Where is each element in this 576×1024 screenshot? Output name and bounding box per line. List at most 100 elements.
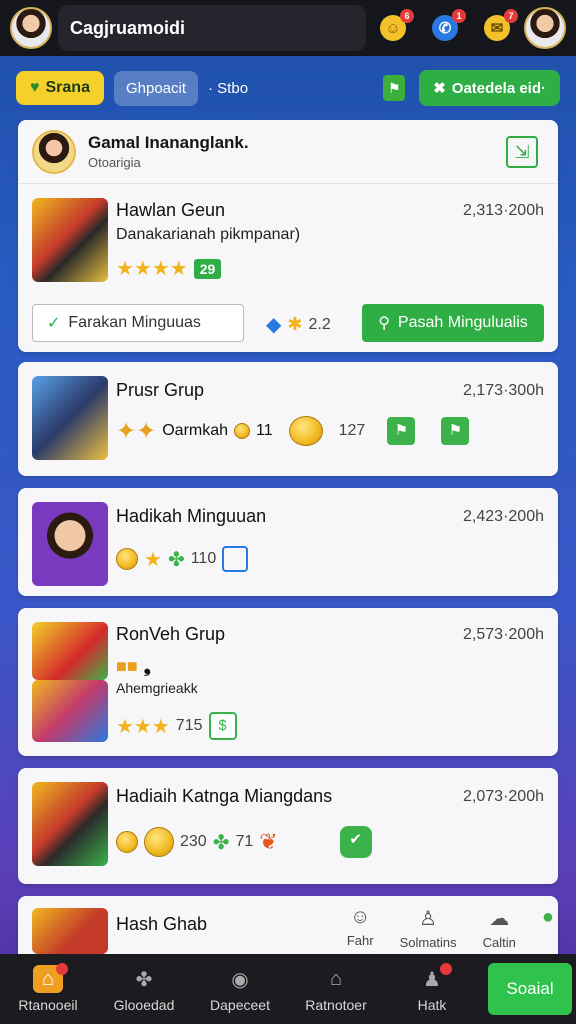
sub-nav-item[interactable]: ☺ Fahr xyxy=(347,906,374,950)
game-time: 2,423·200h xyxy=(463,508,544,525)
edit-icon[interactable]: ⇲ xyxy=(506,136,538,168)
top-bar: Cagjruamoidi ☺ 6 ✆ 1 ✉ 7 xyxy=(0,0,576,56)
badge-icon[interactable]: $ xyxy=(208,712,237,740)
coin-icon[interactable]: ☺ 6 xyxy=(380,9,414,41)
stats-row: 230 ✤ 71 ❦ ✔ xyxy=(116,826,372,858)
notification-dot xyxy=(440,963,452,975)
chat-icon: ◉ xyxy=(231,968,249,991)
stats-row: ★ ✤ 110 xyxy=(116,546,249,572)
game-time: 2,573·200h xyxy=(463,626,544,643)
tab-srana[interactable]: ♥ Srana xyxy=(16,71,104,105)
coin-icon xyxy=(144,827,174,857)
group-card[interactable]: Prusr Grup 2,173·300h ✦✦ Oarmkah 11 127 … xyxy=(18,362,558,476)
user-icon: ♙ xyxy=(419,908,438,930)
app-title: Cagjruamoidi xyxy=(70,17,186,38)
game-title[interactable]: Hash Ghab xyxy=(116,914,207,935)
app-title-pill[interactable]: Cagjruamoidi xyxy=(58,5,366,51)
coin-pile-icon xyxy=(288,416,323,446)
star-icon: ★★★★ xyxy=(116,258,188,280)
group-icon[interactable]: ⚑ xyxy=(441,417,470,445)
coin-icon xyxy=(234,423,251,439)
leaf-icon: ✦✦ xyxy=(116,417,157,445)
face-icon: ☺ xyxy=(350,906,371,928)
bulb-icon: ✱ xyxy=(287,314,303,334)
group-avatar[interactable] xyxy=(32,129,76,174)
nav-house[interactable]: ⌂ Ratnotoer xyxy=(288,965,384,1014)
game-title[interactable]: Prusr Grup xyxy=(116,380,204,401)
chat-icon[interactable]: ✆ 1 xyxy=(432,9,466,41)
game-time: 2,313·200h xyxy=(463,202,544,219)
search-icon: ⚲ xyxy=(378,315,390,332)
action-icon[interactable]: ✔ xyxy=(339,826,372,858)
share-icon[interactable]: ⚑ xyxy=(387,417,416,445)
stats-row: ✦✦ Oarmkah 11 127 ⚑ ⚑ xyxy=(116,416,470,446)
stat-label: Oarmkah xyxy=(162,422,229,439)
balloon-icon: ❦ xyxy=(259,829,278,854)
coin-icon xyxy=(116,831,138,853)
nav-chat[interactable]: ◉ Dapeceet xyxy=(192,965,288,1014)
notification-dot xyxy=(56,963,68,975)
gift-box-thumbnail[interactable] xyxy=(32,680,108,742)
tab-stbo[interactable]: · Stbo xyxy=(208,80,248,97)
bookmark-icon[interactable]: ⚑ xyxy=(383,75,406,101)
sub-nav-item[interactable]: ♙ Solmatins xyxy=(400,906,457,950)
game-thumbnail[interactable] xyxy=(32,908,108,954)
mid-stats: ◆ ✱ 2.2 xyxy=(266,312,331,337)
coin-icon xyxy=(116,548,138,570)
puzzle-icon: ✤ xyxy=(135,968,153,991)
game-title[interactable]: Hadikah Minguuan xyxy=(116,506,266,527)
check-icon: ✓ xyxy=(47,315,61,332)
social-button[interactable]: Soaial xyxy=(488,963,572,1015)
game-description: Ahemgrieakk xyxy=(116,680,198,696)
clover-icon: ✤ xyxy=(167,548,185,571)
sub-nav-item[interactable]: ☁ Caltin xyxy=(483,906,516,950)
nav-home[interactable]: ⌂ Rtanooeil xyxy=(0,963,96,1013)
group-card[interactable]: Hadikah Minguuan 2,423·200h ★ ✤ 110 xyxy=(18,488,558,596)
game-logo[interactable] xyxy=(32,622,108,680)
game-title[interactable]: Hadiaih Katnga Miangdans xyxy=(116,786,332,807)
nav-games[interactable]: ✤ Glooedad xyxy=(96,965,192,1014)
star-icon: ★★★ xyxy=(116,715,170,738)
close-icon: ✖ xyxy=(433,80,446,97)
profile-avatar[interactable] xyxy=(524,7,566,49)
game-time: 2,173·300h xyxy=(463,382,544,399)
group-card[interactable]: RonVeh Grup 2,573·200h ■■ ❟ Ahemgrieakk … xyxy=(18,608,558,756)
user-avatar[interactable] xyxy=(10,7,52,49)
notification-badge: 6 xyxy=(400,9,414,23)
header-subtitle: Otoarigia xyxy=(88,155,141,170)
rating-row: ★★★ 715 $ xyxy=(116,712,237,740)
game-thumbnail[interactable] xyxy=(32,198,108,282)
star-icon: ★ xyxy=(144,548,162,571)
notification-badge: 7 xyxy=(504,9,518,23)
card-header: Gamal Inananglank. Otoarigia ⇲ xyxy=(18,120,558,184)
game-title[interactable]: RonVeh Grup xyxy=(116,624,225,645)
primary-action-button[interactable]: ⚲ Pasah Mingulualis xyxy=(362,304,544,342)
bubble-icon: ❟ xyxy=(143,656,151,676)
sub-nav-item[interactable]: ● xyxy=(542,906,554,950)
game-title[interactable]: Hawlan Geun xyxy=(116,200,225,221)
leaf-icon: ♥ xyxy=(30,79,40,96)
coin-count: 230 xyxy=(180,833,207,850)
icon-row: ■■ ❟ xyxy=(116,656,151,677)
location-icon: ● xyxy=(541,906,554,928)
gift-icon[interactable]: ✉ 7 xyxy=(484,9,518,41)
coin-count: 11 xyxy=(256,422,273,439)
nav-profile[interactable]: ♟ Hatk xyxy=(384,963,480,1013)
group-card[interactable]: Hadiaih Katnga Miangdans 2,073·200h 230 … xyxy=(18,768,558,884)
top-action-button[interactable]: ✖ Oatedela eid· xyxy=(419,70,560,106)
game-count: 110 xyxy=(190,550,217,567)
game-count: 71 xyxy=(235,833,254,850)
card-sub-nav: ☺ Fahr ♙ Solmatins ☁ Caltin ● xyxy=(347,906,554,950)
group-card-featured: Gamal Inananglank. Otoarigia ⇲ Hawlan Ge… xyxy=(18,120,558,352)
game-thumbnail[interactable] xyxy=(32,502,108,586)
chest-icon: ■■ xyxy=(116,656,138,676)
tab-row: ♥ Srana Ghpoacit · Stbo ⚑ ✖ Oatedela eid… xyxy=(0,60,576,116)
square-icon[interactable] xyxy=(222,546,249,572)
secondary-action-button[interactable]: ✓ Farakan Minguuas xyxy=(32,304,244,342)
rating-badge: 29 xyxy=(193,258,222,279)
tab-ghpoacit[interactable]: Ghpoacit xyxy=(113,70,199,106)
diamond-icon: ◆ xyxy=(266,314,282,336)
game-thumbnail[interactable] xyxy=(32,376,108,460)
game-thumbnail[interactable] xyxy=(32,782,108,866)
bottom-nav: ⌂ Rtanooeil ✤ Glooedad ◉ Dapeceet ⌂ Ratn… xyxy=(0,954,576,1024)
